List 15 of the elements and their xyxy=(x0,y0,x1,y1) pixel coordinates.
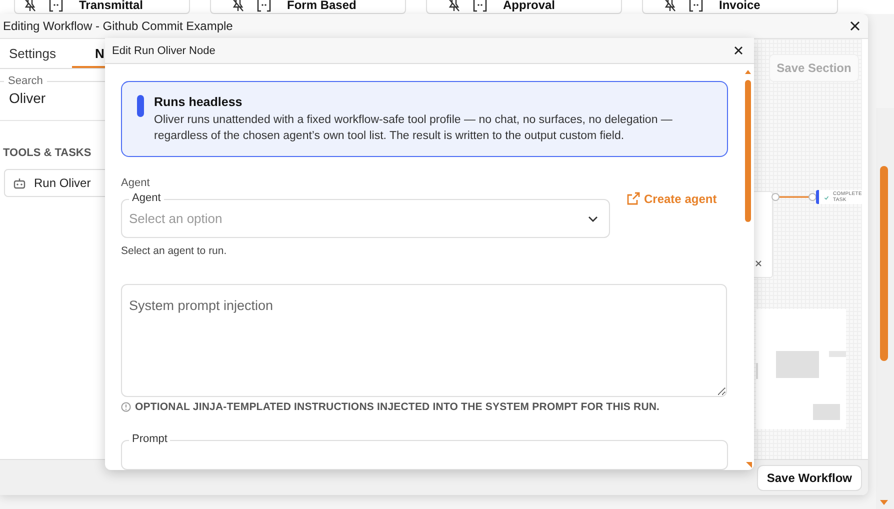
field-label: Search xyxy=(4,75,47,87)
notice-title: Runs headless xyxy=(154,95,244,109)
notice-text: Oliver runs unattended with a fixed workflow-safe tool profile — no chat, no surfaces, no delegation — regardless of the chosen agent’s own tool list. The result is written to the output custom field. xyxy=(154,113,674,144)
helper-text: OPTIONAL JINJA-TEMPLATED INSTRUCTIONS INJECTED INTO THE SYSTEM PROMPT FOR THIS RUN. xyxy=(135,400,660,413)
field-label: Prompt xyxy=(129,432,170,446)
section-header: TOOLS & TASKS xyxy=(3,147,92,159)
card-title: Transmittal xyxy=(79,0,144,12)
window-title: Editing Workflow - Github Commit Example xyxy=(3,19,233,33)
helper-text: Select an agent to run. xyxy=(121,245,228,257)
card-title: Approval xyxy=(503,0,556,12)
section-label: Agent xyxy=(121,177,151,189)
card-title: Invoice xyxy=(719,0,760,12)
dialog-title: Edit Run Oliver Node xyxy=(112,44,216,56)
card-title: Form Based xyxy=(287,0,356,12)
field-label: Agent xyxy=(129,192,164,205)
